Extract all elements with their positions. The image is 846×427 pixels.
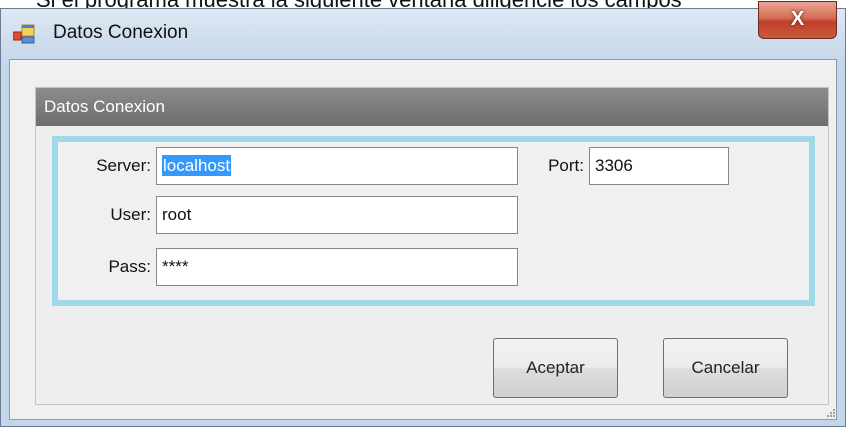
user-input[interactable]: root: [156, 196, 518, 234]
dialog-window: Datos Conexion X Datos Conexion Server: …: [0, 1, 846, 427]
title-bar[interactable]: Datos Conexion X: [1, 1, 845, 59]
group-header: Datos Conexion: [36, 88, 828, 126]
resize-grip-icon[interactable]: [826, 408, 836, 418]
close-button[interactable]: X: [758, 1, 837, 39]
server-label: Server:: [96, 156, 151, 175]
dialog-client-area: Datos Conexion Server: localhost Port: 3…: [9, 59, 837, 420]
cancel-button[interactable]: Cancelar: [663, 338, 788, 398]
user-label: User:: [110, 205, 151, 224]
port-label: Port:: [548, 156, 584, 175]
connection-fields-frame: Server: localhost Port: 3306 User: root …: [52, 136, 815, 306]
port-input[interactable]: 3306: [589, 147, 729, 185]
accept-button[interactable]: Aceptar: [493, 338, 618, 398]
pass-label: Pass:: [108, 257, 151, 276]
server-value: localhost: [162, 155, 232, 176]
password-input[interactable]: ****: [156, 248, 518, 286]
window-title: Datos Conexion: [53, 22, 189, 43]
server-input[interactable]: localhost: [156, 147, 518, 185]
windows-form-icon: [13, 24, 35, 44]
